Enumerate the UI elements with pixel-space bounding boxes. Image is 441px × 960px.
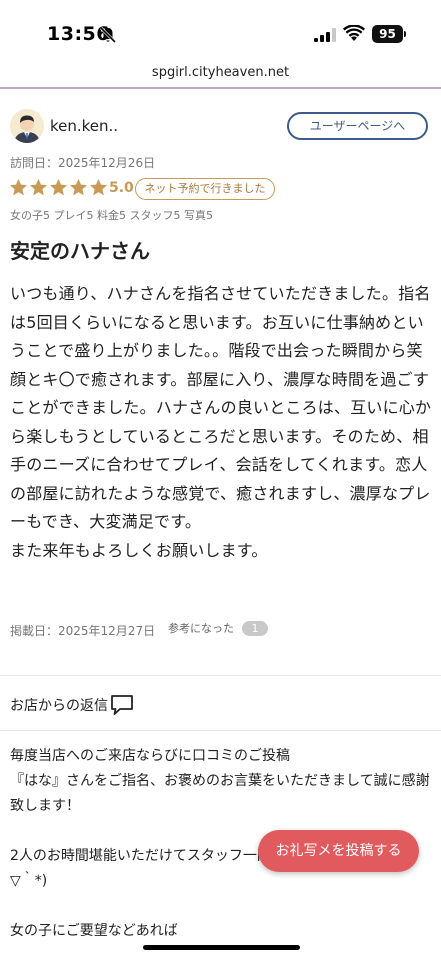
shop-reply-toggle[interactable]: お店からの返信 xyxy=(10,694,134,716)
battery-tip xyxy=(404,31,406,37)
helpful-label: 参考になった xyxy=(168,622,234,635)
user-page-button[interactable]: ユーザーページへ xyxy=(287,112,428,140)
avatar[interactable] xyxy=(10,109,44,143)
star-icon xyxy=(9,178,28,196)
wifi-icon xyxy=(343,25,365,41)
star-rating xyxy=(9,178,109,198)
rating-score: 5.0 xyxy=(109,180,134,196)
bell-slash-icon xyxy=(99,26,117,44)
review-title: 安定のハナさん xyxy=(10,239,150,263)
star-icon xyxy=(69,178,88,196)
speech-bubble-icon xyxy=(111,695,133,715)
star-icon xyxy=(29,178,48,196)
home-indicator[interactable] xyxy=(143,945,300,950)
post-thanks-photo-button[interactable]: お礼写メを投稿する xyxy=(258,830,419,872)
reviewer-name[interactable]: ken.ken.. xyxy=(50,117,118,135)
address-bar[interactable]: spgirl.cityheaven.net xyxy=(0,58,441,88)
cellular-signal-icon xyxy=(314,28,336,42)
net-reservation-badge: ネット予約で行きました xyxy=(135,178,275,200)
header-divider xyxy=(0,87,441,89)
sub-scores: 女の子5 プレイ5 料金5 スタッフ5 写真5 xyxy=(10,209,213,222)
star-icon xyxy=(89,178,108,196)
review-body: いつも通り、ハナさんを指名させていただきました。指名は5回目くらいになると思いま… xyxy=(10,284,432,560)
star-icon xyxy=(49,178,68,196)
helpful-button[interactable]: 参考になった 1 xyxy=(168,620,268,636)
avatar-illustration-icon xyxy=(10,109,44,143)
divider xyxy=(0,730,441,731)
status-bar: 13:56 95 xyxy=(0,0,441,58)
divider xyxy=(0,675,441,676)
shop-reply-header: お店からの返信 xyxy=(10,698,108,714)
posted-date: 掲載日：2025年12月27日 xyxy=(10,624,156,638)
visit-date: 訪問日：2025年12月26日 xyxy=(10,156,156,170)
helpful-count: 1 xyxy=(242,620,268,636)
battery-indicator: 95 xyxy=(372,25,403,43)
